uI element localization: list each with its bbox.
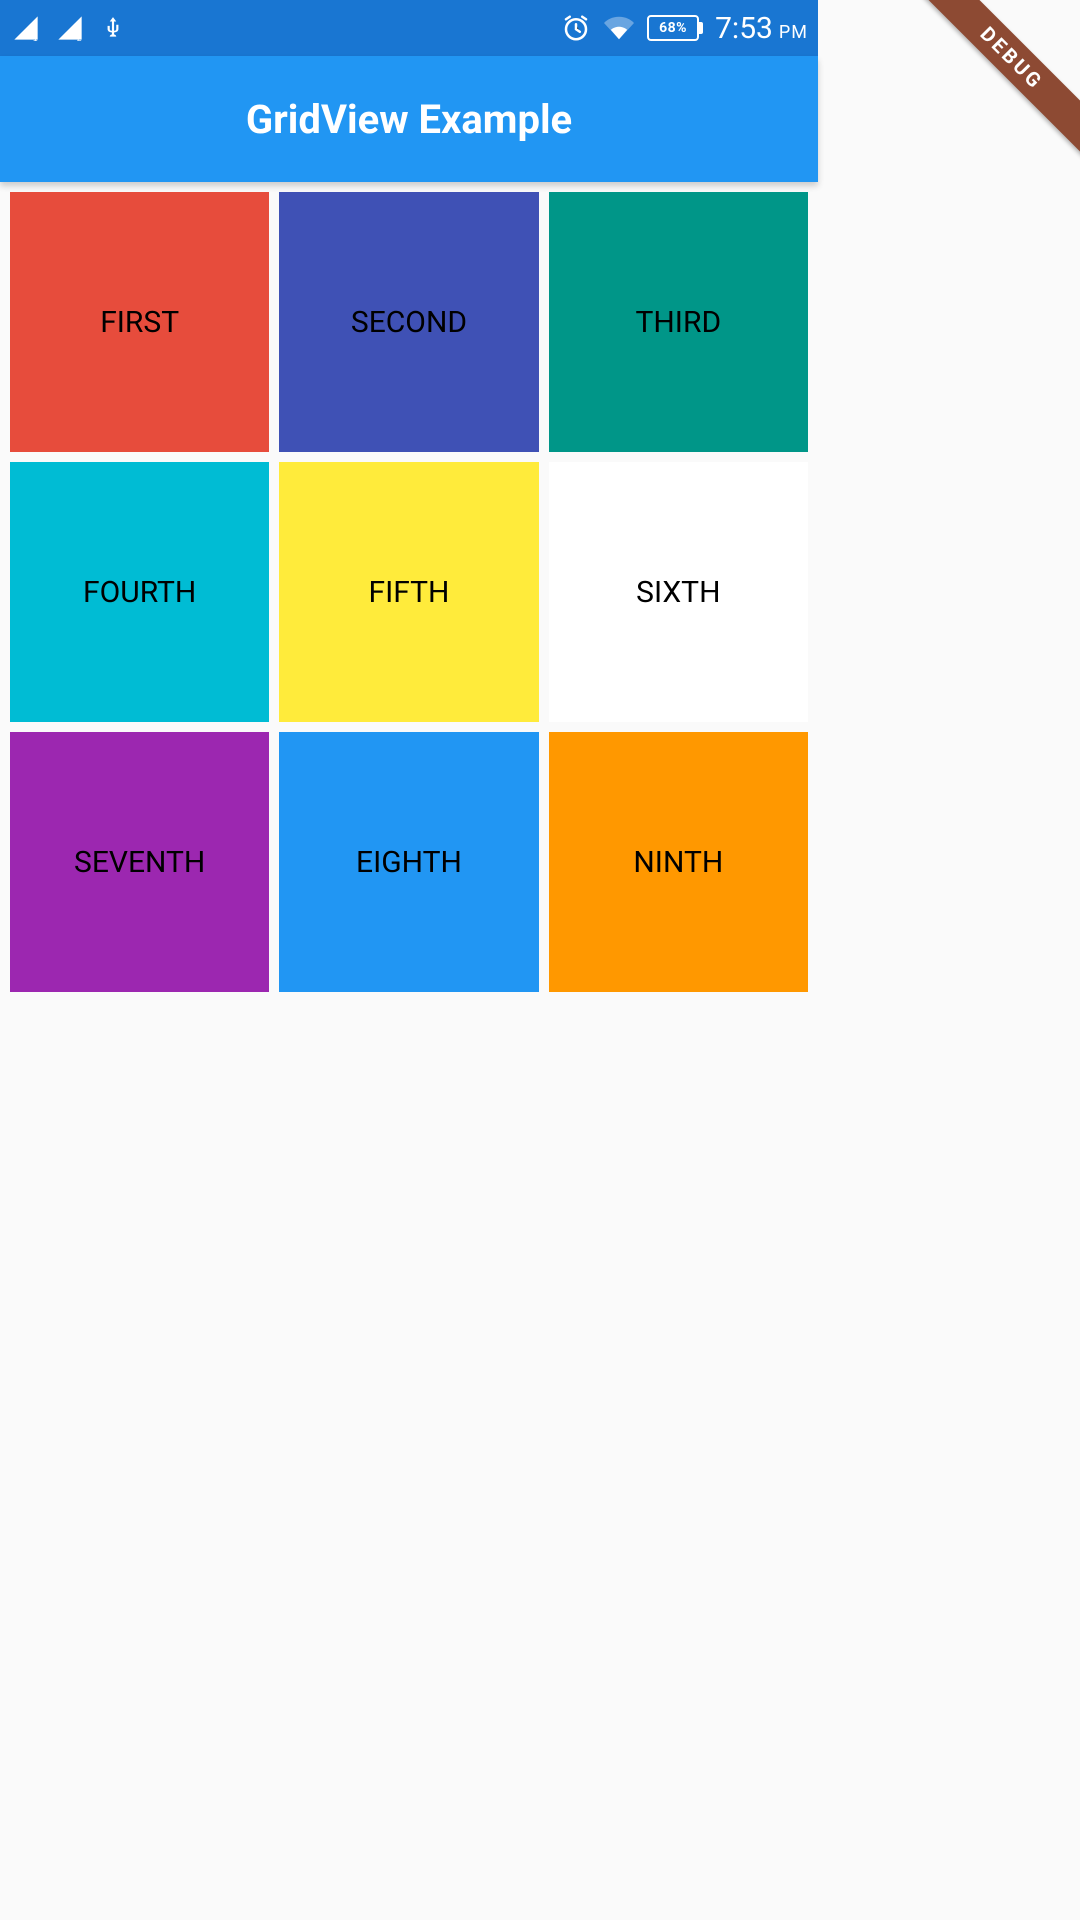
- wifi-icon: [603, 13, 635, 43]
- tile-label: THIRD: [636, 305, 722, 340]
- grid-tile-seventh[interactable]: SEVENTH: [10, 732, 269, 992]
- debug-ribbon: DEBUG: [880, 0, 1080, 200]
- tile-label: FIFTH: [369, 575, 450, 610]
- page-title: GridView Example: [246, 96, 572, 143]
- tile-label: EIGHTH: [356, 845, 462, 880]
- tile-label: FIRST: [100, 305, 179, 340]
- app-bar: GridView Example: [0, 56, 818, 182]
- grid-tile-eighth[interactable]: EIGHTH: [279, 732, 538, 992]
- tile-label: SECOND: [351, 305, 467, 340]
- tile-label: NINTH: [633, 845, 723, 880]
- svg-text:2: 2: [77, 34, 82, 42]
- tile-label: SIXTH: [636, 575, 720, 610]
- status-time: 7:53: [715, 11, 773, 46]
- grid-container: FIRST SECOND THIRD FOURTH FIFTH SIXTH SE…: [0, 182, 818, 992]
- signal-sim1-icon: 1: [12, 14, 40, 42]
- usb-icon: [100, 13, 126, 43]
- battery-icon: 68%: [647, 15, 703, 41]
- status-bar-right: 68% 7:53 PM: [561, 11, 808, 46]
- grid-tile-fifth[interactable]: FIFTH: [279, 462, 538, 722]
- battery-percent: 68%: [647, 15, 699, 41]
- status-bar-left: 1 2: [12, 13, 126, 43]
- tile-label: SEVENTH: [74, 845, 205, 880]
- alarm-clock-icon: [561, 13, 591, 43]
- tile-label: FOURTH: [83, 575, 196, 610]
- grid-tile-first[interactable]: FIRST: [10, 192, 269, 452]
- grid-tile-third[interactable]: THIRD: [549, 192, 808, 452]
- grid-tile-second[interactable]: SECOND: [279, 192, 538, 452]
- grid-tile-fourth[interactable]: FOURTH: [10, 462, 269, 722]
- svg-text:1: 1: [33, 34, 38, 42]
- debug-ribbon-label: DEBUG: [893, 0, 1080, 177]
- grid-tile-sixth[interactable]: SIXTH: [549, 462, 808, 722]
- signal-sim2-icon: 2: [56, 14, 84, 42]
- grid-tile-ninth[interactable]: NINTH: [549, 732, 808, 992]
- status-bar: 1 2 68% 7:53 PM: [0, 0, 818, 56]
- status-ampm: PM: [779, 22, 808, 43]
- gridview: FIRST SECOND THIRD FOURTH FIFTH SIXTH SE…: [10, 192, 808, 992]
- status-clock: 7:53 PM: [715, 11, 808, 46]
